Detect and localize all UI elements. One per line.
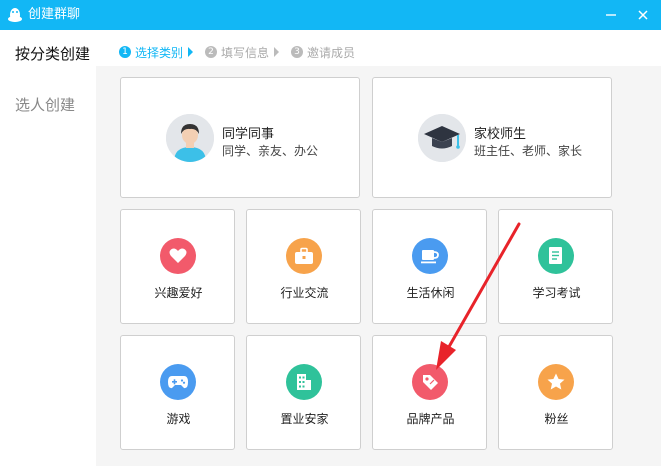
card-label: 置业安家 <box>280 412 329 426</box>
category-card-brands[interactable]: 品牌产品 <box>372 335 487 450</box>
step-label: 选择类别 <box>135 45 184 60</box>
window-title: 创建群聊 <box>28 7 81 22</box>
step-number: 1 <box>119 46 131 58</box>
coffee-cup-icon <box>412 238 448 274</box>
category-card-housing[interactable]: 置业安家 <box>246 335 361 450</box>
card-label: 游戏 <box>166 412 191 426</box>
minimize-button[interactable] <box>600 4 622 26</box>
step-label: 填写信息 <box>221 45 270 60</box>
card-label: 学习考试 <box>532 286 581 300</box>
step-label: 邀请成员 <box>307 45 356 60</box>
card-label: 品牌产品 <box>406 412 455 426</box>
step-1: 1 选择类别 <box>119 44 194 61</box>
category-card-school[interactable]: 家校师生 班主任、老师、家长 <box>372 77 612 198</box>
step-number: 3 <box>291 46 304 58</box>
step-3: 3 邀请成员 <box>291 44 355 61</box>
graduation-cap-icon <box>418 114 466 162</box>
step-2: 2 填写信息 <box>205 44 280 61</box>
minimize-icon <box>606 14 616 16</box>
category-card-games[interactable]: 游戏 <box>120 335 235 450</box>
card-label: 生活休闲 <box>406 286 455 300</box>
card-title: 同学同事 <box>222 127 275 142</box>
category-card-hobbies[interactable]: 兴趣爱好 <box>120 209 235 324</box>
close-icon <box>638 10 648 20</box>
card-label: 粉丝 <box>544 412 569 426</box>
notebook-icon <box>538 238 574 274</box>
category-card-leisure[interactable]: 生活休闲 <box>372 209 487 324</box>
heart-icon <box>160 238 196 274</box>
category-card-study[interactable]: 学习考试 <box>498 209 613 324</box>
card-title: 家校师生 <box>474 127 527 142</box>
card-subtitle: 班主任、老师、家长 <box>474 144 583 158</box>
step-number: 2 <box>205 46 218 58</box>
close-button[interactable] <box>632 4 654 26</box>
building-icon <box>286 364 322 400</box>
price-tag-icon <box>412 364 448 400</box>
qq-penguin-icon <box>8 8 22 22</box>
gamepad-icon <box>160 364 196 400</box>
card-label: 兴趣爱好 <box>154 286 203 300</box>
step-arrow-icon <box>188 47 194 57</box>
nav-by-people[interactable]: 选人创建 <box>15 95 75 115</box>
step-indicator: 1 选择类别 2 填写信息 3 邀请成员 <box>119 43 367 61</box>
category-card-industry[interactable]: 行业交流 <box>246 209 361 324</box>
step-arrow-icon <box>274 47 280 57</box>
student-avatar-icon <box>166 114 214 162</box>
nav-by-category[interactable]: 按分类创建 <box>15 44 90 64</box>
category-card-fans[interactable]: 粉丝 <box>498 335 613 450</box>
star-icon <box>538 364 574 400</box>
title-bar: 创建群聊 <box>0 0 661 30</box>
briefcase-icon <box>286 238 322 274</box>
card-subtitle: 同学、亲友、办公 <box>222 144 319 158</box>
category-card-classmates[interactable]: 同学同事 同学、亲友、办公 <box>120 77 360 198</box>
card-label: 行业交流 <box>280 286 329 300</box>
